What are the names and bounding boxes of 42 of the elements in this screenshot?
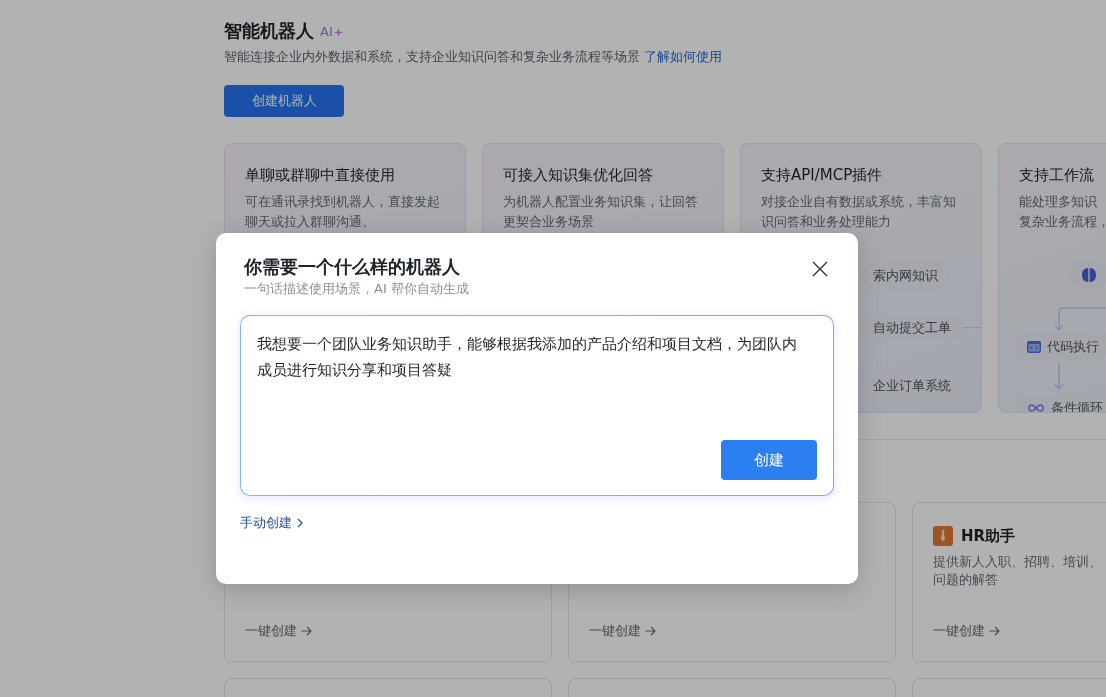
loop-icon bbox=[1027, 403, 1045, 412]
create-bot-button[interactable]: 创建机器人 bbox=[224, 85, 344, 117]
quick-create-button[interactable]: 一键创建 bbox=[589, 622, 656, 640]
learn-link[interactable]: 了解如何使用 bbox=[644, 49, 722, 64]
template-card[interactable]: HR助手 提供新人入职、招聘、培训、 问题的解答 一键创建 bbox=[912, 502, 1106, 662]
card-description-line: 更契合业务场景 bbox=[503, 213, 595, 231]
card-description-line: 聊天或拉入群聊沟通。 bbox=[245, 213, 376, 231]
code-icon bbox=[1027, 341, 1041, 353]
template-description-line: 问题的解答 bbox=[933, 571, 999, 589]
card-title: 支持API/MCP插件 bbox=[761, 165, 883, 186]
arrow-right-icon bbox=[989, 626, 1000, 636]
template-description-line: 提供新人入职、招聘、培训、 bbox=[933, 553, 1103, 571]
flow-arrow bbox=[1054, 306, 1106, 332]
quick-create-button[interactable]: 一键创建 bbox=[245, 622, 312, 640]
tie-icon bbox=[933, 526, 953, 546]
manual-create-link[interactable]: 手动创建 bbox=[240, 514, 303, 532]
dialog-title: 你需要一个什么样的机器人 bbox=[244, 255, 461, 279]
flow-arrow bbox=[1054, 363, 1064, 391]
sparkle-icon bbox=[333, 27, 343, 37]
arrow-right-icon bbox=[301, 626, 312, 636]
close-button[interactable] bbox=[812, 261, 828, 277]
page-description: 智能连接企业内外数据和系统，支持企业知识问答和复杂业务流程等场景 了解如何使用 bbox=[224, 48, 723, 66]
card-description-line: 能处理多知识 bbox=[1019, 193, 1098, 211]
card-title: 可接入知识集优化回答 bbox=[503, 165, 653, 186]
card-description-line: 识问答和业务处理能力 bbox=[761, 213, 892, 231]
quick-create-button[interactable]: 一键创建 bbox=[933, 622, 1000, 640]
close-icon bbox=[812, 261, 828, 277]
prompt-field[interactable]: 我想要一个团队业务知识助手，能够根据我添加的产品介绍和项目文档，为团队内成员进行知识分享和项目答疑 创建 bbox=[240, 315, 834, 496]
chevron-right-icon bbox=[297, 518, 303, 528]
card-description-line: 对接企业自有数据或系统，丰富知 bbox=[761, 193, 956, 211]
page-title: 智能机器人 bbox=[224, 19, 314, 43]
card-description-line: 为机器人配置业务知识集，让回答 bbox=[503, 193, 698, 211]
template-title: HR助手 bbox=[961, 526, 1016, 547]
card-description-line: 可在通讯录找到机器人，直接发起 bbox=[245, 193, 440, 211]
card-description-line: 复杂业务流程， bbox=[1019, 213, 1106, 231]
ai-label: AI bbox=[320, 24, 333, 40]
arrow-right-icon bbox=[645, 626, 656, 636]
prompt-text: 我想要一个团队业务知识助手，能够根据我添加的产品介绍和项目文档，为团队内成员进行知识分享和项目答疑 bbox=[257, 334, 798, 381]
create-button[interactable]: 创建 bbox=[721, 440, 817, 480]
card-title: 支持工作流 bbox=[1019, 165, 1094, 186]
card-title: 单聊或群聊中直接使用 bbox=[245, 165, 395, 186]
dialog-subtitle: 一句话描述使用场景，AI 帮你自动生成 bbox=[244, 280, 469, 298]
